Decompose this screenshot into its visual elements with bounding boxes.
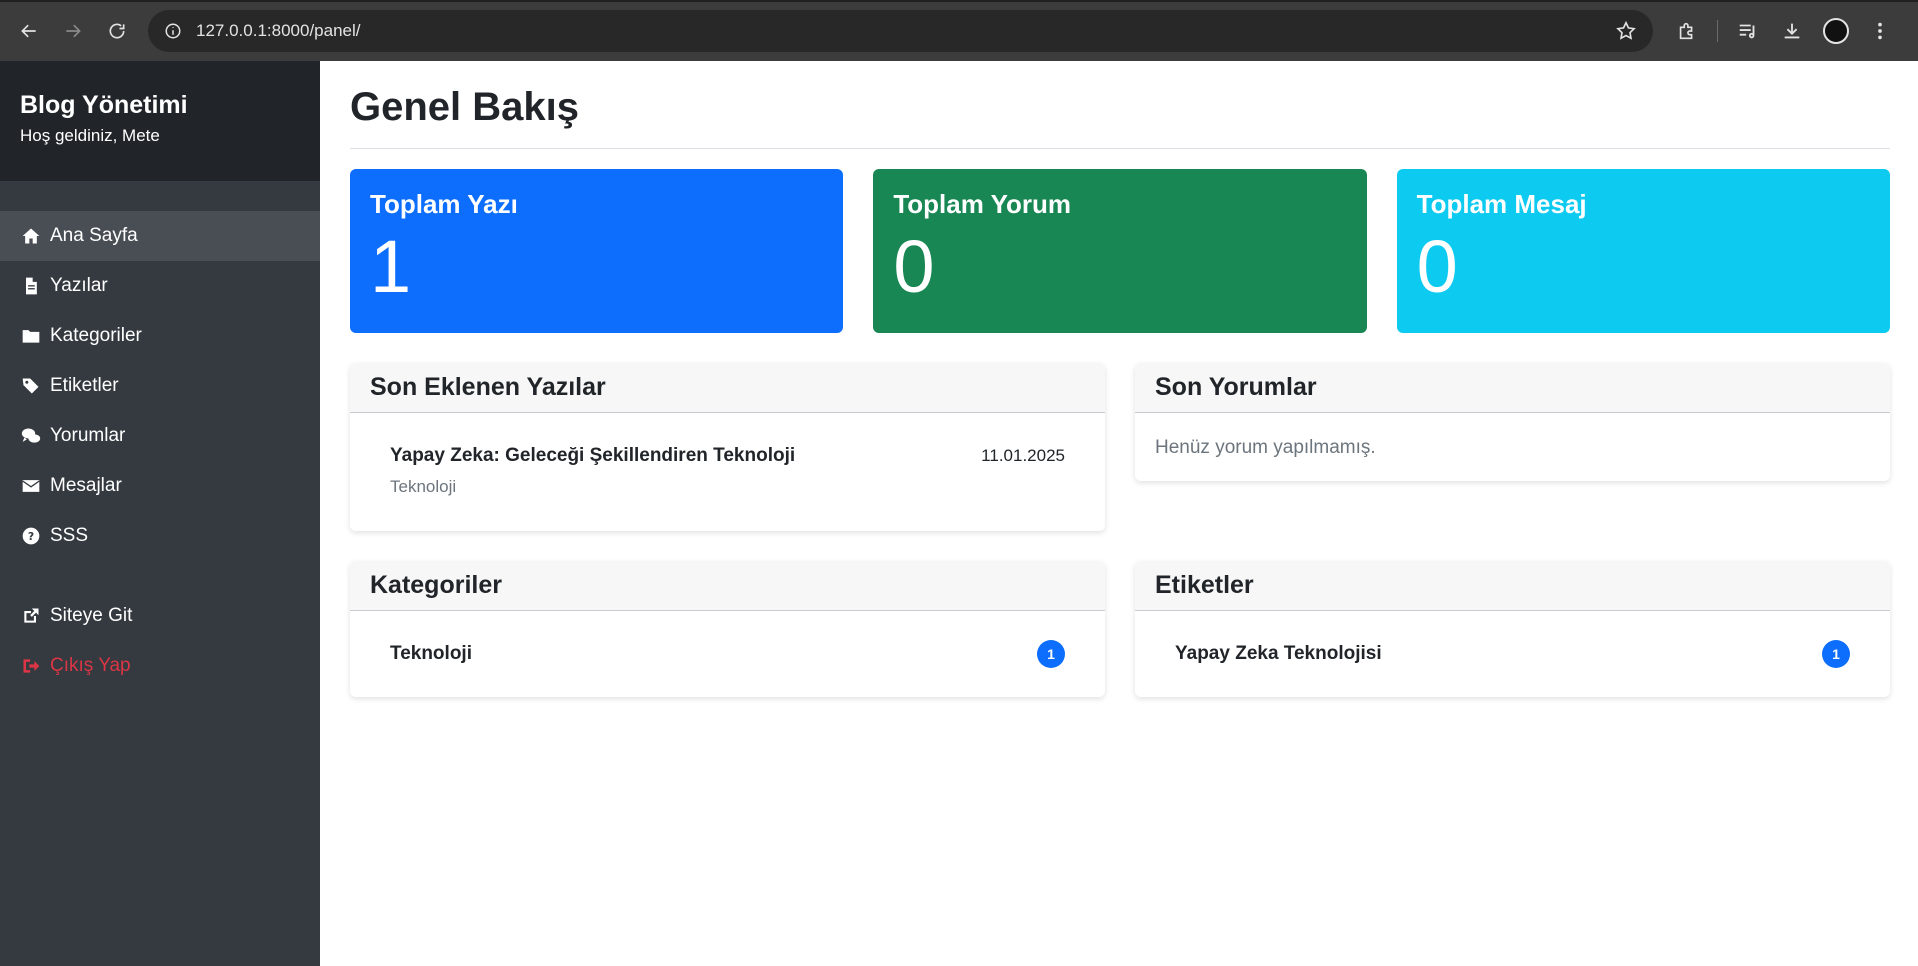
site-link-label: Siteye Git xyxy=(50,605,133,626)
sidebar-nav: Ana Sayfa Yazılar Kategoriler Etiketler … xyxy=(0,181,320,691)
extensions-button[interactable] xyxy=(1669,13,1705,49)
question-icon: ? xyxy=(20,525,42,547)
sidebar-item-label: Mesajlar xyxy=(50,475,122,496)
count-badge: 1 xyxy=(1037,640,1065,668)
download-icon xyxy=(1784,23,1800,38)
app-layout: Blog Yönetimi Hoş geldiniz, Mete Ana Say… xyxy=(0,61,1918,966)
stat-title: Toplam Yorum xyxy=(893,189,1072,219)
toolbar-divider xyxy=(1717,19,1718,42)
playlist-icon xyxy=(1739,24,1755,38)
welcome-text: Hoş geldiniz, Mete xyxy=(20,126,160,145)
sidebar-item-label: Kategoriler xyxy=(50,325,142,346)
downloads-button[interactable] xyxy=(1774,13,1810,49)
reload-button[interactable] xyxy=(100,14,134,48)
sidebar-item-label: SSS xyxy=(50,525,89,546)
stat-card-messages: Toplam Mesaj 0 xyxy=(1396,169,1890,333)
stat-title: Toplam Mesaj xyxy=(1416,189,1587,219)
tag-label: Yapay Zeka Teknolojisi xyxy=(1175,643,1382,664)
logout-button[interactable]: Çıkış Yap xyxy=(0,641,320,691)
folder-icon xyxy=(20,325,42,347)
list-item[interactable]: Yapay Zeka: Geleceği Şekillendiren Tekno… xyxy=(350,413,1105,531)
sidebar-item-ana-sayfa[interactable]: Ana Sayfa xyxy=(0,211,320,261)
reload-icon xyxy=(109,23,125,39)
tags-icon xyxy=(20,375,42,397)
stat-value: 0 xyxy=(1416,225,1458,308)
envelope-icon xyxy=(20,475,42,497)
home-icon xyxy=(20,225,42,247)
file-icon xyxy=(20,275,42,297)
back-button[interactable] xyxy=(12,14,46,48)
bookmark-star-icon[interactable] xyxy=(1615,20,1637,42)
categories-card: Kategoriler Teknoloji 1 xyxy=(350,561,1105,697)
sidebar-item-yorumlar[interactable]: Yorumlar xyxy=(0,411,320,461)
browser-toolbar: 127.0.0.1:8000/panel/ xyxy=(0,0,1918,61)
post-title[interactable]: Yapay Zeka: Geleceği Şekillendiren Tekno… xyxy=(390,445,795,467)
card-header: Etiketler xyxy=(1135,561,1890,611)
svg-text:?: ? xyxy=(28,530,34,543)
sidebar-item-label: Yazılar xyxy=(50,275,108,296)
brand-title: Blog Yönetimi xyxy=(20,91,188,119)
external-link-icon xyxy=(20,605,42,627)
post-row: Yapay Zeka: Geleceği Şekillendiren Tekno… xyxy=(390,445,1065,467)
post-category: Teknoloji xyxy=(390,477,457,496)
empty-comments-text: Henüz yorum yapılmamış. xyxy=(1155,437,1376,458)
arrow-right-icon xyxy=(66,24,81,37)
site-info-icon[interactable] xyxy=(164,22,182,40)
sidebar-item-label: Ana Sayfa xyxy=(50,225,138,246)
stat-card-comments: Toplam Yorum 0 xyxy=(873,169,1367,333)
list-item[interactable]: Teknoloji 1 xyxy=(350,611,1105,697)
media-button[interactable] xyxy=(1730,13,1766,49)
sidebar-item-sss[interactable]: ? SSS xyxy=(0,511,320,561)
menu-button[interactable] xyxy=(1862,13,1898,49)
sidebar-brand: Blog Yönetimi Hoş geldiniz, Mete xyxy=(0,61,320,181)
profile-button[interactable] xyxy=(1818,13,1854,49)
sidebar-item-siteye-git[interactable]: Siteye Git xyxy=(0,591,320,641)
post-date: 11.01.2025 xyxy=(981,446,1065,465)
stat-card-posts: Toplam Yazı 1 xyxy=(350,169,844,333)
stat-value: 1 xyxy=(370,225,412,308)
avatar xyxy=(1823,17,1849,44)
puzzle-icon xyxy=(1679,22,1693,39)
sidebar: Blog Yönetimi Hoş geldiniz, Mete Ana Say… xyxy=(0,61,320,966)
sign-out-icon xyxy=(20,655,42,677)
logout-label: Çıkış Yap xyxy=(50,655,131,676)
forward-button[interactable] xyxy=(56,14,90,48)
content-row-1: Son Eklenen Yazılar Yapay Zeka: Geleceği… xyxy=(350,363,1890,531)
stat-title: Toplam Yazı xyxy=(370,189,518,219)
sidebar-item-yazilar[interactable]: Yazılar xyxy=(0,261,320,311)
comments-icon xyxy=(20,425,42,447)
arrow-left-icon xyxy=(21,24,36,37)
recent-comments-card: Son Yorumlar Henüz yorum yapılmamış. xyxy=(1135,363,1890,481)
sidebar-item-kategoriler[interactable]: Kategoriler xyxy=(0,311,320,361)
card-body: Henüz yorum yapılmamış. xyxy=(1135,413,1890,481)
page-title: Genel Bakış xyxy=(350,85,1890,149)
sidebar-item-mesajlar[interactable]: Mesajlar xyxy=(0,461,320,511)
count-badge: 1 xyxy=(1822,640,1850,668)
stat-value: 0 xyxy=(893,225,935,308)
card-header: Kategoriler xyxy=(350,561,1105,611)
address-bar[interactable]: 127.0.0.1:8000/panel/ xyxy=(148,9,1653,52)
card-header: Son Eklenen Yazılar xyxy=(350,363,1105,413)
card-header: Son Yorumlar xyxy=(1135,363,1890,413)
sidebar-item-label: Etiketler xyxy=(50,375,119,396)
stats-row: Toplam Yazı 1 Toplam Yorum 0 Toplam Mesa… xyxy=(350,169,1890,333)
recent-posts-card: Son Eklenen Yazılar Yapay Zeka: Geleceği… xyxy=(350,363,1105,531)
sidebar-item-etiketler[interactable]: Etiketler xyxy=(0,361,320,411)
kebab-menu-icon xyxy=(1878,22,1882,39)
toolbar-actions xyxy=(1669,13,1898,49)
tab-strip-edge xyxy=(0,0,1918,2)
tags-card: Etiketler Yapay Zeka Teknolojisi 1 xyxy=(1135,561,1890,697)
url-text[interactable]: 127.0.0.1:8000/panel/ xyxy=(196,21,1615,41)
category-label: Teknoloji xyxy=(390,643,472,664)
list-item[interactable]: Yapay Zeka Teknolojisi 1 xyxy=(1135,611,1890,697)
main-content: Genel Bakış Toplam Yazı 1 Toplam Yorum 0… xyxy=(320,61,1918,966)
content-row-2: Kategoriler Teknoloji 1 Etiketler Yapay … xyxy=(350,561,1890,697)
sidebar-item-label: Yorumlar xyxy=(50,425,126,446)
